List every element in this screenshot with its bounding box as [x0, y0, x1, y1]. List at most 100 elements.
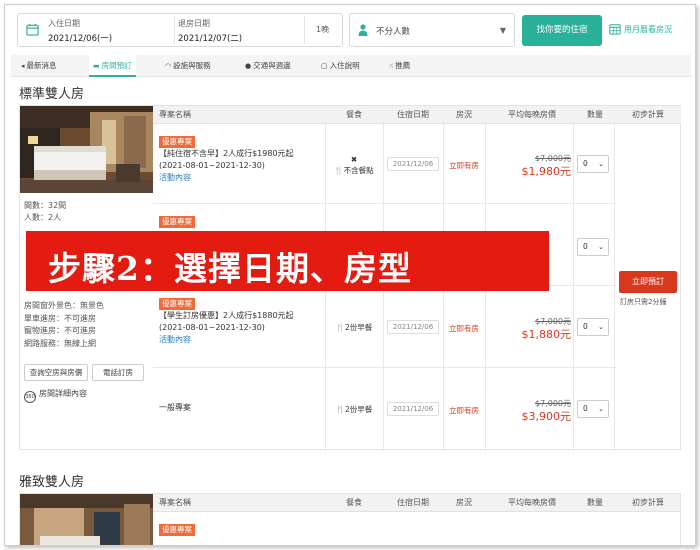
tab-facilities[interactable]: ◠ 設施與服務 — [161, 55, 215, 77]
plan-name: 【純住宿不含早】2人成行$1980元起 — [159, 149, 294, 158]
search-bar: 入住日期 2021/12/06(一) 退房日期 2021/12/07(二) 1晚… — [11, 13, 691, 49]
room-detail-label: 房間詳細內容 — [39, 389, 87, 398]
chevron-down-icon: ▼ — [499, 26, 506, 35]
guest-select[interactable]: 不分人數 ▼ — [349, 13, 515, 47]
room-info: 間數：32間 人數：2人 — [24, 200, 66, 224]
promo-badge: 優惠專案 — [159, 136, 195, 148]
info-circle-icon: 360 — [24, 391, 36, 403]
col-plan: 專案名稱 — [159, 110, 191, 119]
price-info: $7,000元 $1,980元 — [489, 152, 572, 178]
quantity-select[interactable]: 0 ⌄ — [577, 155, 609, 173]
checkout-label: 退房日期 — [178, 19, 210, 28]
utensils-icon: 🍴 — [335, 405, 346, 414]
col-status: 房況 — [456, 110, 472, 119]
quantity-value: 0 — [583, 242, 588, 251]
checkout-value: 2021/12/07(二) — [178, 34, 243, 44]
original-price: $7,000元 — [535, 154, 571, 163]
plan-period: (2021-08-01~2021-12-30) — [159, 323, 265, 332]
stay-date: 2021/12/06 — [387, 157, 439, 171]
quantity-value: 0 — [583, 322, 588, 331]
col-price: 平均每晚房價 — [508, 498, 556, 507]
col-qty: 數量 — [587, 110, 603, 119]
plan-info: 優惠專案 【學生訂房優惠】2人成行$1880元起 (2021-08-01~202… — [159, 298, 324, 346]
wifi-icon: ◠ — [165, 62, 172, 70]
phone-booking-button[interactable]: 電話訂房 — [92, 364, 144, 381]
meal-label: 2份早餐 — [345, 405, 373, 414]
checkin-field[interactable]: 入住日期 2021/12/06(一) — [48, 18, 168, 44]
availability-status: 立即有房 — [449, 324, 479, 333]
room-photo[interactable] — [20, 106, 153, 193]
calendar-view-link[interactable]: 用月曆看房況 — [609, 23, 672, 35]
nights-count: 1晚 — [316, 25, 330, 34]
tab-room-booking[interactable]: ▬ 房間預訂 — [89, 55, 136, 77]
sale-price: $3,900元 — [521, 410, 572, 423]
room-photo[interactable] — [20, 494, 153, 546]
stay-date: 2021/12/06 — [387, 402, 439, 416]
internet-service: 網路服務：無線上網 — [24, 338, 96, 348]
col-plan: 專案名稱 — [159, 498, 191, 507]
col-date: 住宿日期 — [397, 498, 429, 507]
plan-details-link[interactable]: 活動內容 — [159, 172, 324, 184]
tab-label: 設施與服務 — [173, 61, 211, 70]
plan-info: 優惠專案 — [159, 524, 195, 536]
tab-news[interactable]: ◂ 最新消息 — [17, 55, 61, 77]
col-meal: 餐食 — [346, 498, 362, 507]
find-accommodation-button[interactable]: 找你要的住宿 — [522, 15, 602, 46]
checkin-label: 入住日期 — [48, 19, 80, 28]
bed-icon: ▬ — [93, 62, 100, 70]
pet-policy: 寵物進房：不可進房 — [24, 326, 96, 335]
utensils-icon: 🍴 — [335, 323, 346, 332]
availability-status: 立即有房 — [449, 161, 479, 170]
plan-info: 優惠專案 【純住宿不含早】2人成行$1980元起 (2021-08-01~202… — [159, 136, 324, 184]
tab-transport[interactable]: ● 交通與週邊 — [241, 55, 295, 77]
tab-label: 最新消息 — [26, 61, 57, 70]
step-banner-text: 步驟2：選擇日期、房型 — [48, 249, 412, 288]
quantity-select[interactable]: 0 ⌄ — [577, 238, 609, 256]
original-price: $7,000元 — [535, 399, 571, 408]
quantity-value: 0 — [583, 159, 588, 168]
calendar-grid-icon — [609, 24, 621, 35]
plan-details-link[interactable]: 活動內容 — [159, 334, 324, 346]
room-attributes: 房間窗外景色：無景色 單車進房：不可進房 寵物進房：不可進房 網路服務：無線上網 — [24, 300, 104, 350]
promo-badge: 優惠專案 — [159, 298, 195, 310]
meal-info: 🍴2份早餐 — [325, 322, 383, 333]
checkout-field[interactable]: 退房日期 2021/12/07(二) — [178, 18, 298, 44]
quantity-select[interactable]: 0 ⌄ — [577, 400, 609, 418]
plan-row: 優惠專案 【學生訂房優惠】2人成行$1880元起 (2021-08-01~202… — [153, 286, 616, 368]
document-icon: ▢ — [321, 62, 328, 70]
room-capacity: 人數：2人 — [24, 213, 62, 222]
quantity-select[interactable]: 0 ⌄ — [577, 318, 609, 336]
divider — [174, 16, 175, 44]
tab-label: 房間預訂 — [101, 61, 132, 70]
room-title: 雅致雙人房 — [19, 475, 85, 490]
booking-note: 訂房只需2分鐘 — [620, 298, 667, 306]
calendar-view-label: 用月曆看房況 — [624, 25, 672, 34]
col-meal: 餐食 — [346, 110, 362, 119]
step-banner: 步驟2：選擇日期、房型 — [26, 231, 549, 291]
date-range-picker[interactable]: 入住日期 2021/12/06(一) 退房日期 2021/12/07(二) 1晚 — [17, 13, 343, 47]
chevron-down-icon: ⌄ — [598, 243, 604, 251]
room-count: 間數：32間 — [24, 201, 67, 210]
section-nav: ◂ 最新消息 ▬ 房間預訂 ◠ 設施與服務 ● 交通與週邊 ▢ 入住說明 ☝ 推薦 — [11, 55, 691, 77]
room-card: 專案名稱 餐食 住宿日期 房況 平均每晚房價 數量 初步計算 優惠專案 — [19, 493, 681, 546]
tab-label: 入住說明 — [329, 61, 360, 70]
plan-period: (2021-08-01~2021-12-30) — [159, 161, 265, 170]
tab-checkin-info[interactable]: ▢ 入住說明 — [317, 55, 364, 77]
room-detail-link[interactable]: 360 房間詳細內容 — [24, 388, 87, 403]
bike-policy: 單車進房：不可進房 — [24, 313, 96, 323]
plan-name: 【學生訂房優惠】2人成行$1880元起 — [159, 311, 294, 320]
col-date: 住宿日期 — [397, 110, 429, 119]
plan-table-header: 專案名稱 餐食 住宿日期 房況 平均每晚房價 數量 初步計算 — [153, 106, 681, 124]
no-meal-icon: ✖ — [350, 155, 358, 164]
availability-status: 立即有房 — [449, 406, 479, 415]
book-now-button[interactable]: 立即預訂 — [619, 271, 677, 293]
promo-badge: 優惠專案 — [159, 216, 195, 228]
col-qty: 數量 — [587, 498, 603, 507]
calendar-icon — [26, 23, 39, 36]
col-status: 房況 — [456, 498, 472, 507]
tab-recommend[interactable]: ☝ 推薦 — [385, 55, 414, 77]
query-availability-button[interactable]: 查詢空房與房價 — [24, 364, 88, 381]
divider — [304, 16, 305, 44]
meal-info: ✖ 🍴不含餐點 — [325, 154, 383, 176]
room-title: 標準雙人房 — [19, 87, 85, 102]
